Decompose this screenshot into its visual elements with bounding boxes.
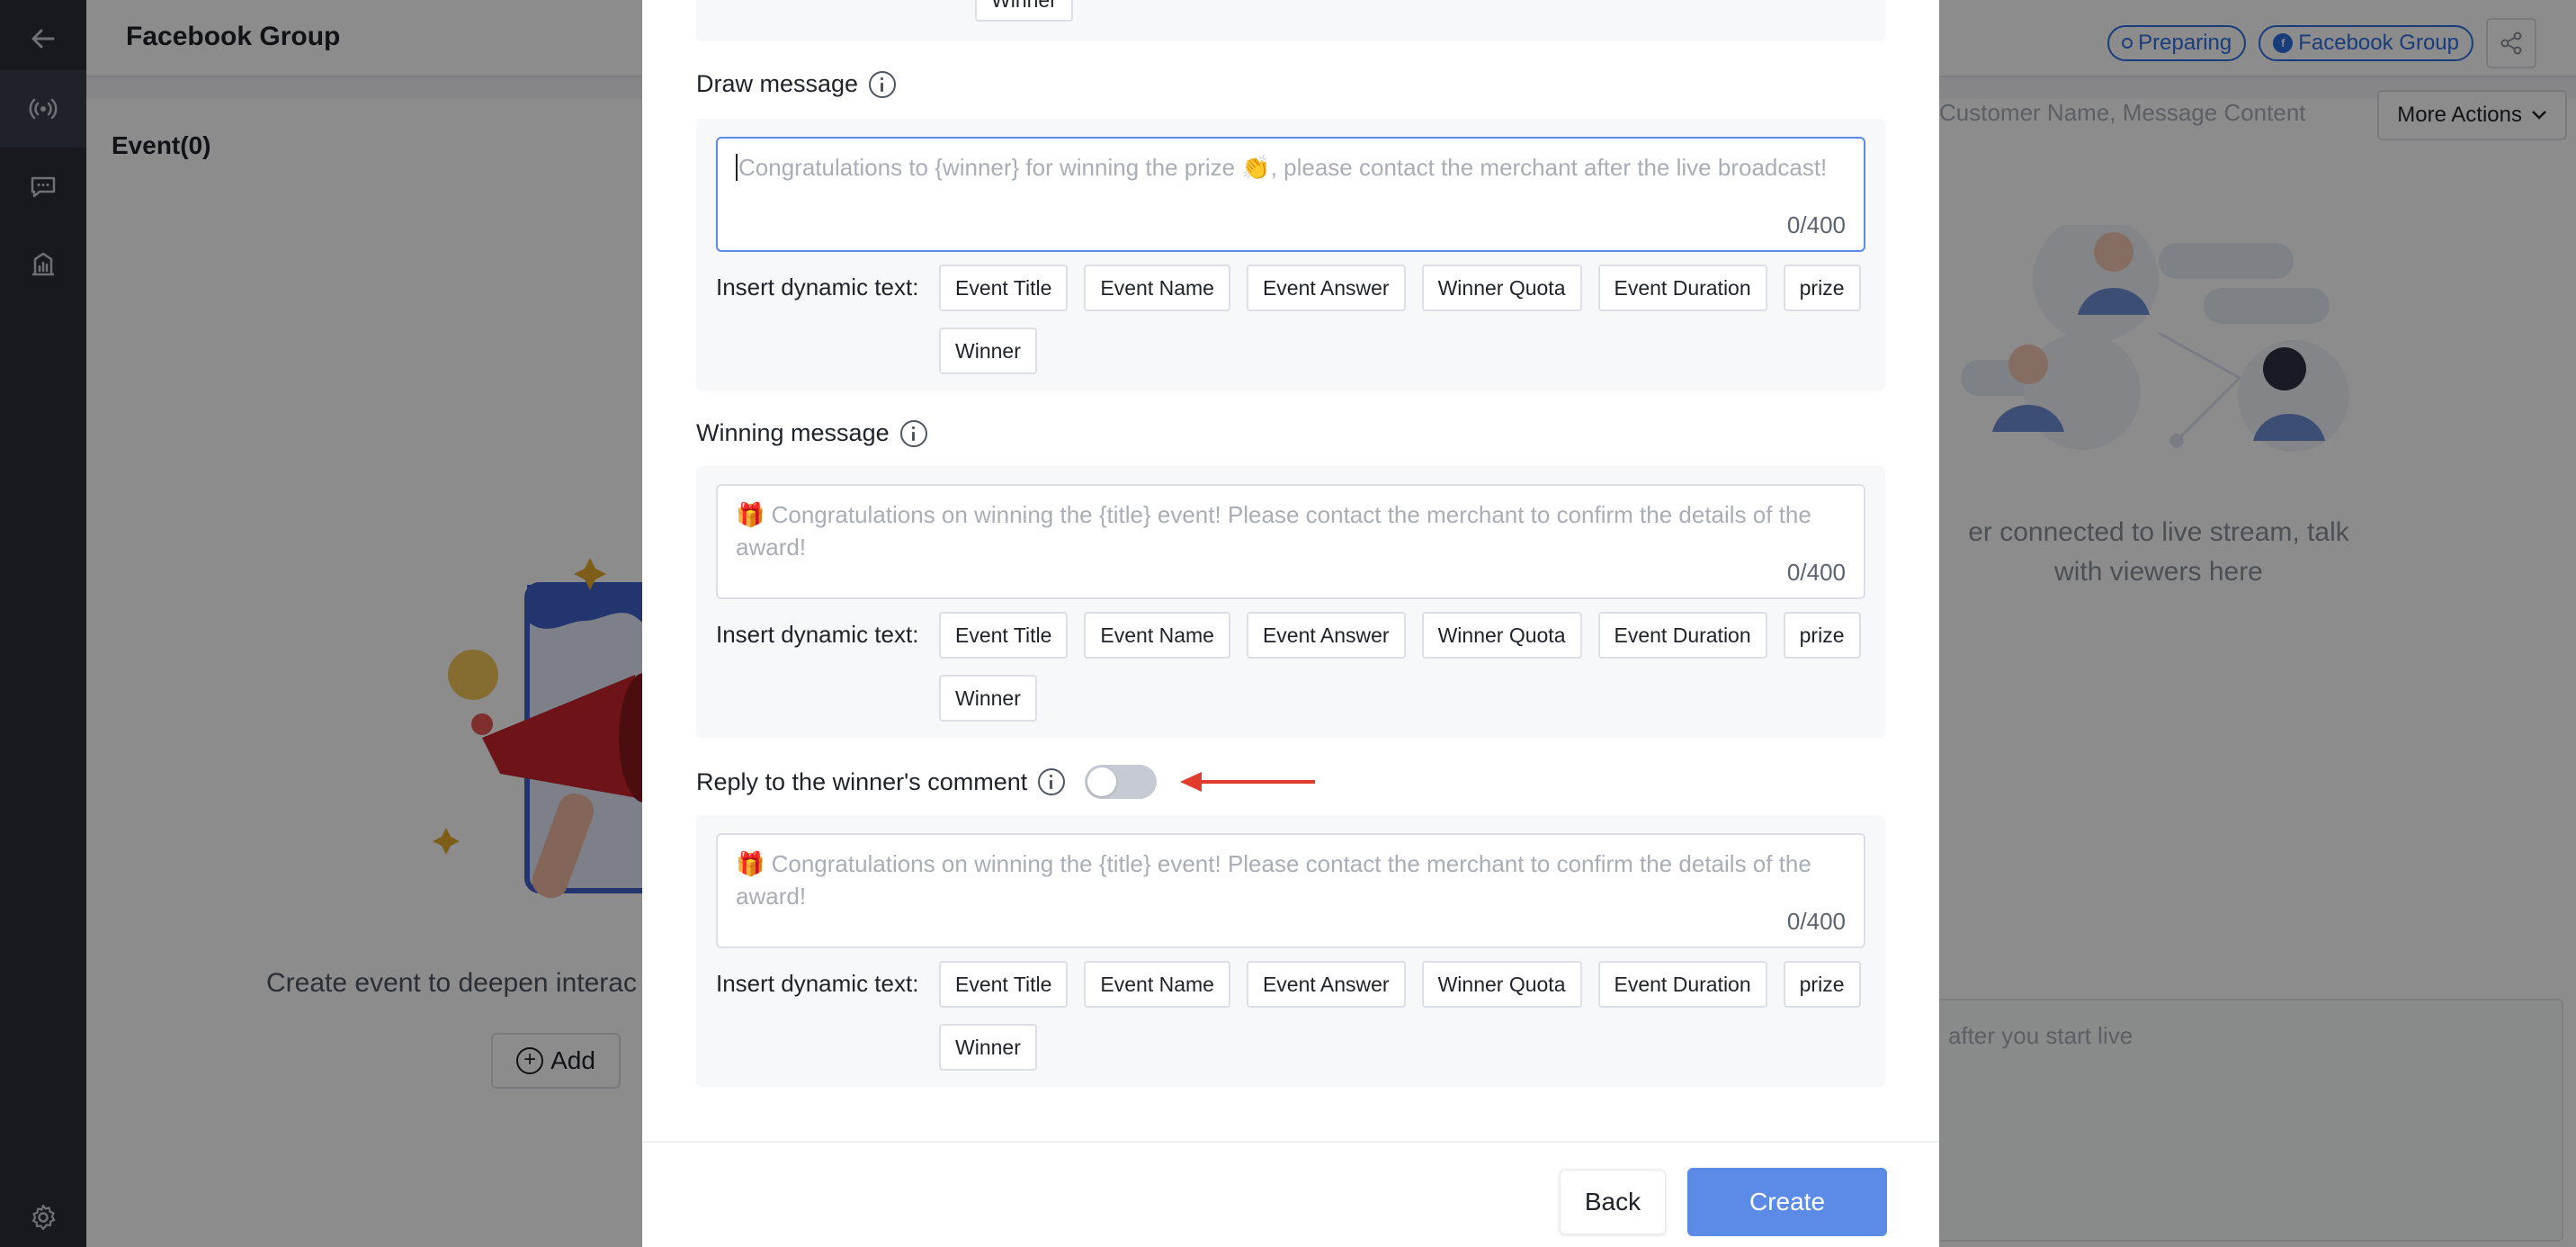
dynamic-tag-event-title[interactable]: Event Title <box>939 961 1069 1008</box>
dynamic-tag-event-duration[interactable]: Event Duration <box>1597 265 1767 311</box>
draw-message-heading: Draw message <box>696 70 897 98</box>
dynamic-tag-winner[interactable]: Winner <box>939 675 1037 722</box>
info-icon[interactable] <box>899 419 927 447</box>
reply-comment-toggle[interactable] <box>1085 765 1158 799</box>
draw-message-textarea[interactable]: Congratulations to {winner} for winning … <box>716 137 1865 252</box>
draw-message-counter: 0/400 <box>1786 211 1846 238</box>
reply-comment-heading: Reply to the winner's comment <box>696 765 1316 799</box>
draw-message-label: Draw message <box>696 70 859 97</box>
dynamic-tag-event-title[interactable]: Event Title <box>939 265 1069 311</box>
winning-message-counter: 0/400 <box>1786 559 1846 586</box>
reply-comment-section: 🎁 Congratulations on winning the {title}… <box>696 815 1885 1087</box>
dynamic-tag-winner-quota[interactable]: Winner Quota <box>1421 265 1582 311</box>
previous-dynamic-row: Winner <box>696 0 1885 41</box>
winning-message-label: Winning message <box>696 419 890 446</box>
dynamic-tag-event-duration[interactable]: Event Duration <box>1597 961 1767 1008</box>
winning-message-placeholder: 🎁 Congratulations on winning the {title}… <box>736 501 1811 561</box>
draw-message-section: Congratulations to {winner} for winning … <box>696 119 1885 390</box>
dynamic-tag-prize[interactable]: prize <box>1783 265 1861 311</box>
dynamic-tag-event-duration[interactable]: Event Duration <box>1597 612 1767 659</box>
text-caret <box>736 154 738 181</box>
dynamic-tag-event-title[interactable]: Event Title <box>939 612 1069 659</box>
draw-message-placeholder: Congratulations to {winner} for winning … <box>738 154 1828 181</box>
reply-comment-placeholder: 🎁 Congratulations on winning the {title}… <box>736 850 1811 910</box>
dynamic-text-label: Insert dynamic text: <box>716 274 919 301</box>
dynamic-tag-winner[interactable]: Winner <box>939 1024 1037 1071</box>
create-event-modal: Winner Draw message Congratulations to {… <box>642 0 1939 1247</box>
dynamic-tag-event-name[interactable]: Event Name <box>1084 265 1230 311</box>
create-button[interactable]: Create <box>1687 1168 1887 1236</box>
reply-comment-textarea[interactable]: 🎁 Congratulations on winning the {title}… <box>716 833 1865 948</box>
dynamic-tag-winner-quota[interactable]: Winner Quota <box>1421 612 1582 659</box>
winning-message-section: 🎁 Congratulations on winning the {title}… <box>696 466 1885 738</box>
dynamic-tag-winner[interactable]: Winner <box>939 327 1037 374</box>
winning-message-heading: Winning message <box>696 419 927 447</box>
info-icon[interactable] <box>869 70 897 98</box>
back-button[interactable]: Back <box>1560 1170 1666 1234</box>
dynamic-text-label: Insert dynamic text: <box>716 970 919 997</box>
dynamic-tag-event-answer[interactable]: Event Answer <box>1246 612 1406 659</box>
dynamic-tag-winner-top[interactable]: Winner <box>975 0 1073 22</box>
toggle-knob <box>1087 767 1117 796</box>
dynamic-tag-winner-quota[interactable]: Winner Quota <box>1421 961 1582 1008</box>
info-icon[interactable] <box>1038 768 1066 795</box>
dynamic-tag-event-answer[interactable]: Event Answer <box>1246 961 1406 1008</box>
annotation-arrow-icon <box>1180 772 1316 792</box>
dynamic-tag-prize[interactable]: prize <box>1783 612 1861 659</box>
reply-comment-label: Reply to the winner's comment <box>696 767 1028 795</box>
modal-footer: Back Create <box>642 1141 1939 1247</box>
dynamic-tag-event-name[interactable]: Event Name <box>1084 961 1230 1008</box>
dynamic-tag-event-name[interactable]: Event Name <box>1084 612 1230 659</box>
dynamic-text-label: Insert dynamic text: <box>716 621 919 648</box>
dynamic-tag-event-answer[interactable]: Event Answer <box>1246 265 1406 311</box>
reply-comment-counter: 0/400 <box>1786 908 1846 935</box>
winning-message-textarea[interactable]: 🎁 Congratulations on winning the {title}… <box>716 484 1865 599</box>
dynamic-tag-prize[interactable]: prize <box>1783 961 1861 1008</box>
